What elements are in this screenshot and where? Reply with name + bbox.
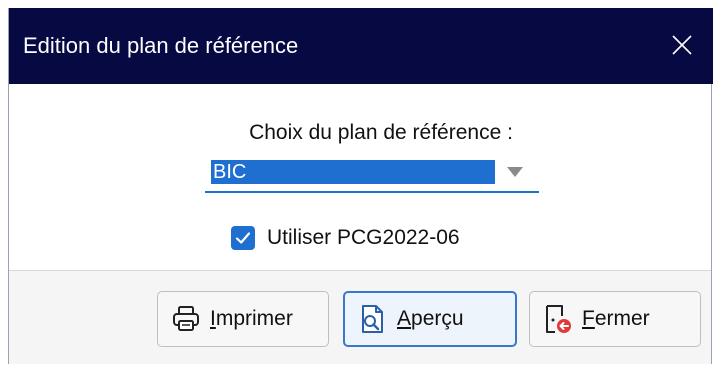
close-button[interactable] (657, 20, 707, 70)
chevron-down-icon (507, 167, 523, 177)
plan-select[interactable]: BIC (205, 155, 539, 193)
use-pcg-checkbox-row[interactable]: Utiliser PCG2022-06 (231, 224, 460, 252)
magnifier-document-icon (357, 303, 389, 335)
plan-select-label: Choix du plan de référence : (249, 121, 513, 144)
close-icon (672, 35, 692, 55)
dialog-content: Choix du plan de référence : BIC Utilise… (9, 84, 711, 271)
use-pcg-label: Utiliser PCG2022-06 (267, 226, 460, 249)
close-dialog-button[interactable]: Fermer (529, 291, 701, 347)
checkmark-icon (235, 232, 251, 244)
window-title: Edition du plan de référence (23, 33, 299, 58)
print-button[interactable]: Imprimer (157, 291, 329, 347)
printer-icon (170, 303, 202, 335)
use-pcg-checkbox[interactable] (231, 226, 255, 250)
print-button-label: Imprimer (210, 307, 293, 330)
title-bar: Edition du plan de référence (9, 8, 713, 84)
dialog-window: Edition du plan de référence Choix du pl… (8, 8, 713, 364)
plan-select-value: BIC (211, 160, 495, 184)
close-dialog-button-label: Fermer (582, 307, 650, 330)
preview-button-label: Aperçu (397, 307, 464, 330)
preview-button[interactable]: Aperçu (343, 291, 517, 347)
exit-door-icon (542, 303, 574, 335)
button-bar: Imprimer Aperçu Fermer (9, 271, 711, 364)
